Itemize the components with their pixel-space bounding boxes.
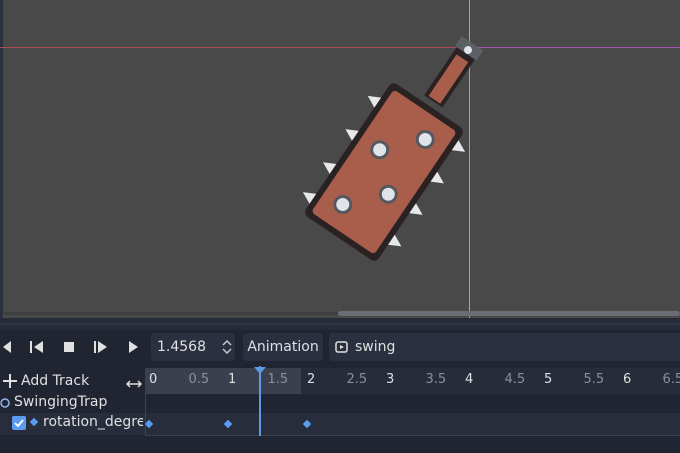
ruler-tick: 4 <box>465 372 474 387</box>
time-ruler[interactable]: 0 0.5 1 1.5 2 2.5 3 3.5 4 4.5 5 5.5 6 6.5 <box>145 368 680 394</box>
plus-icon <box>3 374 17 388</box>
horizontal-scrollbar[interactable] <box>338 311 680 316</box>
zoom-fit-icon[interactable] <box>125 374 143 393</box>
play-from-start-icon[interactable] <box>88 334 114 360</box>
time-spinbox[interactable]: 1.4568 <box>151 333 235 361</box>
track-name: rotation_degre <box>43 414 143 430</box>
node-icon <box>0 397 10 413</box>
animation-menu-label: Animation <box>247 339 319 355</box>
node-name: SwingingTrap <box>14 394 108 410</box>
play-icon[interactable] <box>120 334 146 360</box>
ruler-tick: 2.5 <box>346 372 368 387</box>
ruler-tick: 5 <box>544 372 553 387</box>
playhead[interactable] <box>259 366 261 436</box>
ruler-tick: 0 <box>149 372 158 387</box>
keyframe[interactable] <box>144 419 154 429</box>
animation-icon <box>329 340 355 354</box>
spinner-arrows-icon[interactable] <box>219 340 235 354</box>
add-track-label: Add Track <box>21 373 90 389</box>
playhead-handle[interactable] <box>254 367 266 374</box>
ruler-tick: 3.5 <box>425 372 447 387</box>
canvas-viewport[interactable] <box>0 0 680 318</box>
track-list: SwingingTrap rotation_degre <box>0 394 680 453</box>
ruler-tick: 5.5 <box>583 372 605 387</box>
panel-splitter[interactable] <box>0 318 680 330</box>
ruler-tick: 4.5 <box>504 372 526 387</box>
keyframe[interactable] <box>302 419 312 429</box>
add-track-button[interactable]: Add Track <box>0 370 89 392</box>
ruler-tick: 1.5 <box>267 372 289 387</box>
play-backwards-from-end-icon[interactable] <box>24 334 50 360</box>
ruler-tick: 1 <box>228 372 237 387</box>
ruler-tick: 6.5 <box>662 372 680 387</box>
time-value[interactable]: 1.4568 <box>151 339 219 355</box>
property-track-icon <box>29 417 39 427</box>
swinging-trap-sprite[interactable] <box>0 0 680 318</box>
ruler-tick: 2 <box>307 372 316 387</box>
track-header: Add Track 0 0.5 1 1.5 2 2.5 3 3.5 4 4.5 5 5.5 6 6.5 <box>0 366 680 394</box>
animation-toolbar: 1.4568 Animation swing <box>0 330 680 364</box>
animation-select[interactable]: swing <box>329 333 680 361</box>
keyframe-grid[interactable] <box>144 394 680 436</box>
animation-name: swing <box>355 339 396 355</box>
stop-icon[interactable] <box>56 334 82 360</box>
ruler-tick: 0.5 <box>188 372 210 387</box>
track-enabled-checkbox[interactable] <box>12 416 26 430</box>
keyframe[interactable] <box>223 419 233 429</box>
play-backwards-icon[interactable] <box>0 334 14 360</box>
animation-menu-button[interactable]: Animation <box>243 333 323 361</box>
ruler-tick: 6 <box>623 372 632 387</box>
animation-timeline: Add Track 0 0.5 1 1.5 2 2.5 3 3.5 4 4.5 5 5.5 6 6.5 S… <box>0 366 680 453</box>
ruler-tick: 3 <box>386 372 395 387</box>
